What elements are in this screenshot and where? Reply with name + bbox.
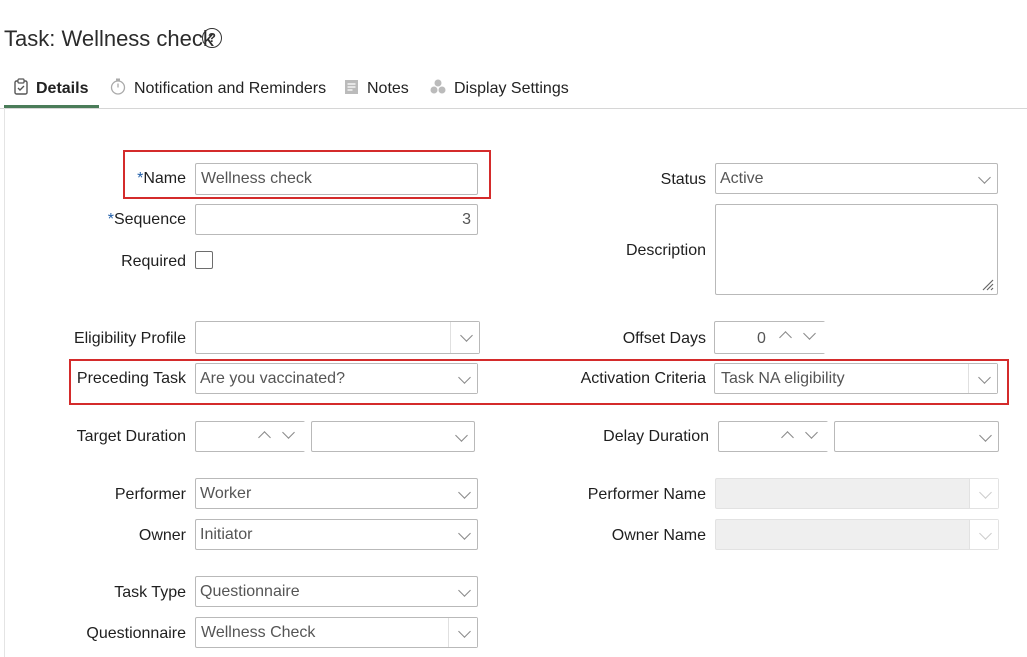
required-checkbox[interactable]: [195, 251, 213, 269]
questionnaire-dropdown-button[interactable]: [448, 618, 477, 647]
eligibility-profile-select[interactable]: [195, 321, 480, 354]
chevron-down-icon: [979, 429, 992, 442]
performer-label: Performer: [114, 486, 186, 503]
tab-bar: Details Notification and Reminders Notes…: [0, 72, 1027, 109]
performer-value: Worker: [200, 485, 252, 502]
description-textarea[interactable]: [715, 204, 998, 295]
required-label: Required: [121, 253, 186, 270]
offset-days-number[interactable]: 0: [714, 321, 825, 354]
tab-label: Notes: [367, 80, 409, 97]
questionnaire-label: Questionnaire: [86, 625, 186, 642]
increment-icon[interactable]: [779, 331, 792, 344]
name-input[interactable]: Wellness check: [195, 163, 478, 195]
chevron-down-icon: [460, 329, 473, 342]
chevron-down-icon: [979, 527, 992, 540]
task-type-select[interactable]: Questionnaire: [195, 576, 478, 607]
clipboard-icon: [14, 78, 28, 100]
status-select[interactable]: Active: [715, 163, 998, 194]
chevron-down-icon: [979, 486, 992, 499]
tab-label: Display Settings: [454, 80, 569, 97]
eligibility-profile-label: Eligibility Profile: [73, 330, 186, 347]
status-label: Status: [660, 171, 706, 188]
activation-criteria-value: Task NA eligibility: [721, 370, 845, 387]
offset-days-value: 0: [757, 330, 766, 347]
eligibility-profile-dropdown-button[interactable]: [450, 322, 479, 353]
sequence-input[interactable]: 3: [195, 204, 478, 235]
owner-select[interactable]: Initiator: [195, 519, 478, 550]
target-duration-number[interactable]: [195, 421, 305, 452]
owner-name-label: Owner Name: [611, 527, 706, 544]
questionnaire-select[interactable]: Wellness Check: [195, 617, 478, 648]
sequence-label: *Sequence: [107, 211, 186, 228]
name-label: *Name: [137, 170, 186, 187]
description-label: Description: [625, 242, 706, 259]
increment-icon[interactable]: [781, 431, 794, 444]
chevron-down-icon: [978, 171, 991, 184]
sequence-value: 3: [462, 211, 471, 228]
active-tab-indicator: [4, 105, 99, 108]
tab-display-settings[interactable]: Display Settings: [430, 72, 569, 106]
questionnaire-value: Wellness Check: [201, 624, 316, 641]
note-icon: [344, 79, 359, 100]
shapes-icon: [430, 79, 446, 99]
resize-handle-icon[interactable]: [980, 277, 994, 291]
offset-days-label: Offset Days: [622, 330, 706, 347]
owner-label: Owner: [138, 527, 186, 544]
chevron-down-icon: [455, 429, 468, 442]
delay-duration-number[interactable]: [718, 421, 828, 452]
tab-label: Notification and Reminders: [134, 80, 327, 97]
tab-notification-and-reminders[interactable]: Notification and Reminders: [110, 72, 326, 106]
status-value: Active: [720, 170, 764, 187]
content-divider: [4, 108, 5, 657]
tab-notes[interactable]: Notes: [344, 72, 409, 106]
chevron-down-icon: [978, 371, 991, 384]
chevron-down-icon: [458, 371, 471, 384]
decrement-icon[interactable]: [803, 327, 816, 340]
preceding-task-label: Preceding Task: [76, 370, 186, 387]
chevron-down-icon: [458, 625, 471, 638]
page-title: Task: Wellness check: [4, 26, 214, 51]
delay-duration-label: Delay Duration: [603, 428, 709, 445]
tab-label: Details: [36, 80, 89, 97]
chevron-down-icon: [458, 527, 471, 540]
chevron-down-icon: [458, 584, 471, 597]
increment-icon[interactable]: [258, 431, 271, 444]
activation-criteria-select[interactable]: Task NA eligibility: [714, 363, 998, 394]
decrement-icon[interactable]: [282, 426, 295, 439]
performer-name-select[interactable]: [715, 478, 999, 509]
owner-name-select[interactable]: [715, 519, 999, 550]
owner-value: Initiator: [200, 526, 253, 543]
chevron-down-icon: [458, 486, 471, 499]
activation-criteria-dropdown-button[interactable]: [968, 364, 997, 393]
activation-criteria-label: Activation Criteria: [580, 370, 706, 387]
name-value: Wellness check: [201, 170, 312, 187]
target-duration-label: Target Duration: [76, 428, 186, 445]
help-icon[interactable]: ?: [202, 28, 222, 48]
preceding-task-value: Are you vaccinated?: [200, 370, 345, 387]
decrement-icon[interactable]: [805, 426, 818, 439]
tab-details[interactable]: Details: [14, 72, 88, 106]
stopwatch-icon: [110, 78, 126, 100]
task-type-label: Task Type: [114, 584, 186, 601]
delay-duration-unit-select[interactable]: [834, 421, 999, 452]
preceding-task-select[interactable]: Are you vaccinated?: [195, 363, 478, 394]
target-duration-unit-select[interactable]: [311, 421, 475, 452]
task-type-value: Questionnaire: [200, 583, 300, 600]
performer-name-label: Performer Name: [587, 486, 706, 503]
performer-select[interactable]: Worker: [195, 478, 478, 509]
